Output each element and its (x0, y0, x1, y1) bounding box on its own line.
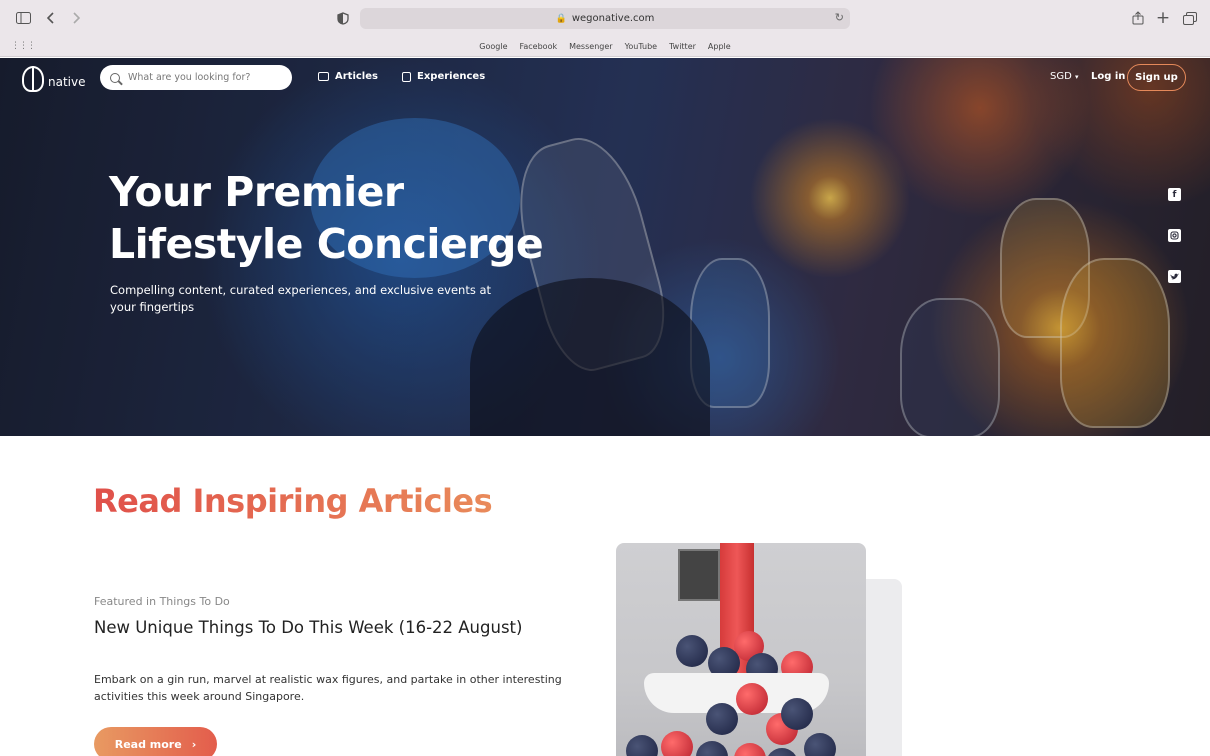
tab-overview-icon[interactable] (1181, 9, 1199, 27)
calendar-icon (402, 71, 411, 82)
currency-label: SGD (1050, 71, 1072, 82)
article-description: Embark on a gin run, marvel at realistic… (94, 673, 562, 703)
hero-title-line-2: Lifestyle Concierge (109, 220, 544, 268)
section-title: Read Inspiring Articles (93, 482, 493, 520)
hero-background-glass (1060, 258, 1170, 428)
reload-icon[interactable]: ↻ (835, 11, 844, 24)
hero-title-line-1: Your Premier (109, 168, 404, 216)
signup-button[interactable]: Sign up (1127, 64, 1186, 91)
nav-experiences[interactable]: Experiences (402, 71, 485, 82)
basketball (706, 703, 738, 735)
basketball (696, 741, 728, 756)
logo-mark-icon (22, 66, 44, 92)
chevron-right-icon: › (191, 737, 197, 751)
favorite-twitter[interactable]: Twitter (669, 42, 696, 51)
featured-category[interactable]: Featured in Things To Do (94, 595, 230, 608)
address-bar[interactable]: 🔒 wegonative.com ↻ (360, 8, 850, 29)
browser-toolbar: 🔒 wegonative.com ↻ + (0, 0, 1210, 37)
nav-articles-label: Articles (335, 71, 378, 82)
read-more-label: Read more (114, 737, 182, 751)
site-header: native Articles Experiences SGD ▾ Log in… (0, 58, 1210, 98)
basketball (766, 748, 798, 756)
favorites-bar: ⋮⋮⋮ Google Facebook Messenger YouTube Tw… (0, 37, 1210, 57)
facebook-icon[interactable]: f (1168, 188, 1181, 201)
basketball (734, 743, 766, 756)
hero-section: native Articles Experiences SGD ▾ Log in… (0, 58, 1210, 436)
share-icon[interactable] (1129, 9, 1147, 27)
chevron-down-icon: ▾ (1074, 73, 1079, 81)
favorite-google[interactable]: Google (479, 42, 507, 51)
read-more-button[interactable]: Read more › (94, 727, 217, 756)
currency-selector[interactable]: SGD ▾ (1050, 71, 1079, 82)
basketball (736, 683, 768, 715)
book-icon (318, 72, 329, 81)
favorite-apple[interactable]: Apple (708, 42, 731, 51)
sidebar-toggle-icon[interactable] (14, 9, 32, 27)
new-tab-icon[interactable]: + (1154, 8, 1172, 28)
url-text: wegonative.com (571, 13, 655, 24)
instagram-icon[interactable] (1168, 229, 1181, 242)
wall-frame (678, 549, 720, 601)
search-input[interactable] (128, 72, 278, 83)
lock-icon: 🔒 (555, 13, 567, 24)
login-link[interactable]: Log in (1091, 71, 1125, 82)
forward-icon[interactable] (67, 9, 85, 27)
article-image[interactable] (616, 543, 866, 756)
search-icon (110, 72, 120, 83)
basketball (676, 635, 708, 667)
basketball (661, 731, 693, 756)
back-icon[interactable] (42, 9, 60, 27)
basketball (781, 698, 813, 730)
favorite-messenger[interactable]: Messenger (569, 42, 612, 51)
hero-background-glass (900, 298, 1000, 436)
twitter-icon[interactable] (1168, 270, 1181, 283)
article-title[interactable]: New Unique Things To Do This Week (16-22… (94, 618, 522, 637)
search-box[interactable] (100, 65, 292, 90)
basketball (626, 735, 658, 756)
hero-title: Your Premier Lifestyle Concierge (109, 166, 544, 270)
nav-experiences-label: Experiences (417, 71, 486, 82)
favorite-youtube[interactable]: YouTube (625, 42, 658, 51)
nav-articles[interactable]: Articles (318, 71, 378, 82)
privacy-shield-icon[interactable] (334, 9, 352, 27)
card-backdrop (866, 579, 902, 756)
favorite-facebook[interactable]: Facebook (520, 42, 558, 51)
site-logo[interactable]: native (22, 66, 85, 92)
logo-text: native (48, 75, 86, 89)
basketball (804, 733, 836, 756)
hero-subtitle: Compelling content, curated experiences,… (110, 283, 492, 314)
